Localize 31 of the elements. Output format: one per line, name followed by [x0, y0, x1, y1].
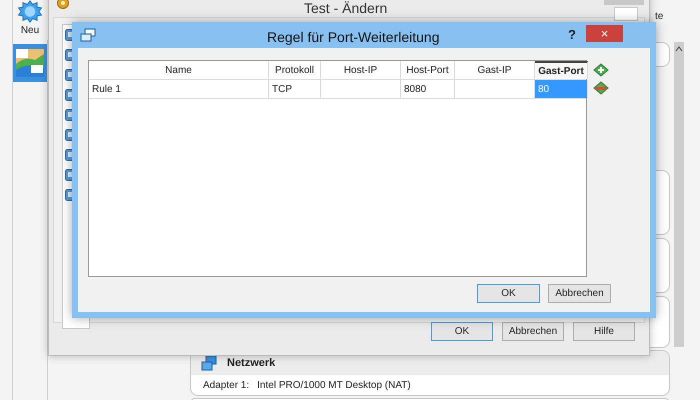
- column-header[interactable]: Name: [89, 61, 269, 79]
- dialog-button[interactable]: Abbrechen: [502, 322, 564, 341]
- scrollbar[interactable]: [674, 42, 684, 347]
- scroll-up-icon[interactable]: [675, 46, 683, 52]
- new-button[interactable]: Neu: [12, 0, 48, 40]
- section-title: Netzwerk: [227, 356, 276, 371]
- network-icon: [80, 28, 96, 42]
- section-label: te: [655, 10, 664, 24]
- detail-value: Intel PRO/1000 MT Desktop (NAT): [257, 378, 411, 392]
- remove-rule-icon[interactable]: [593, 81, 609, 95]
- dialog-button[interactable]: Abbrechen: [548, 284, 611, 303]
- table-cell: 8080: [401, 80, 455, 98]
- column-header[interactable]: Protokoll: [269, 61, 321, 79]
- vm-list-item[interactable]: [13, 44, 47, 82]
- column-header[interactable]: Gast-Port: [535, 61, 588, 79]
- table-cell: TCP: [269, 80, 321, 98]
- os-logo-icon: [15, 48, 45, 78]
- dialog-button[interactable]: OK: [431, 322, 493, 341]
- table-cell: 80: [535, 80, 588, 98]
- detail-label: Adapter 1:: [203, 378, 250, 392]
- window-title: Test - Ändern: [304, 1, 388, 15]
- network-icon: [201, 355, 217, 371]
- dialog-title: Regel für Port-Weiterleitung: [267, 28, 440, 46]
- close-button[interactable]: ×: [586, 25, 623, 42]
- dialog-button[interactable]: Hilfe: [573, 322, 635, 341]
- help-button[interactable]: ?: [568, 25, 576, 44]
- column-header[interactable]: Host-Port: [401, 61, 455, 79]
- add-rule-icon[interactable]: [593, 63, 609, 77]
- panel-background: [614, 7, 638, 21]
- dialog-button[interactable]: OK: [477, 284, 540, 303]
- column-header[interactable]: Host-IP: [321, 61, 401, 79]
